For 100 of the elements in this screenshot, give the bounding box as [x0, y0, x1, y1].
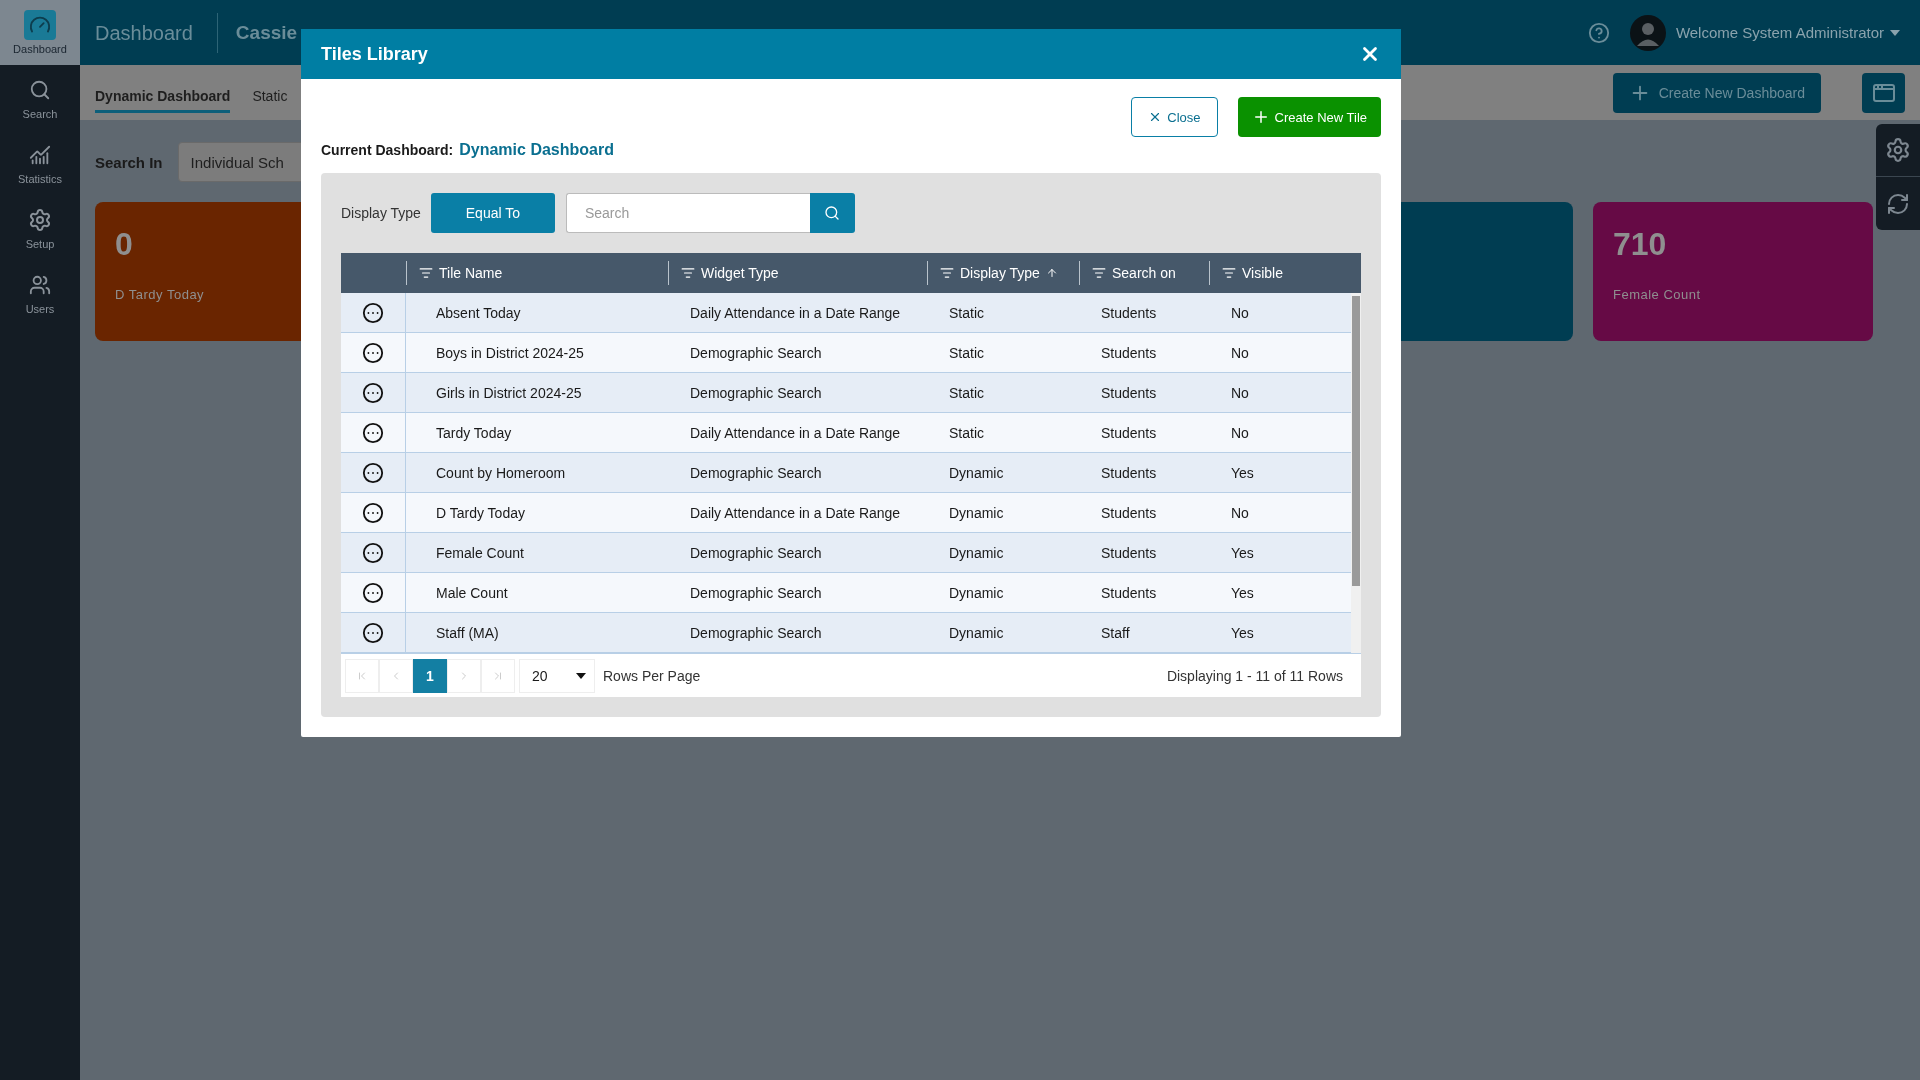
- column-header[interactable]: Visible: [1209, 261, 1361, 285]
- table-row[interactable]: Absent Today Daily Attendance in a Date Range Static Students No: [341, 293, 1351, 333]
- search-field[interactable]: Search: [565, 193, 810, 233]
- column-header[interactable]: Widget Type: [668, 261, 927, 285]
- column-label: Display Type: [960, 265, 1040, 281]
- table-cell-text: Boys in District 2024-25: [435, 344, 585, 361]
- stat-tile[interactable]: 710 Female Count: [1593, 202, 1873, 341]
- table-cell-text: No: [1230, 304, 1250, 321]
- column-header[interactable]: Search on: [1079, 261, 1209, 285]
- table-row[interactable]: Boys in District 2024-25 Demographic Search Static Students No: [341, 333, 1351, 373]
- sidebar-label: Dashboard: [13, 43, 67, 55]
- operator-button[interactable]: Equal To: [430, 193, 555, 233]
- help-icon[interactable]: [1587, 21, 1610, 44]
- table-cell-text: Tardy Today: [435, 424, 513, 441]
- sidebar-label: Search: [22, 108, 58, 120]
- sidebar-item[interactable]: Users: [0, 260, 80, 325]
- rows-summary: Displaying 1 - 11 of 11 Rows: [1166, 667, 1343, 684]
- table-cell-text: Daily Attendance in a Date Range: [689, 504, 902, 521]
- table-cell-text: No: [1230, 344, 1250, 361]
- table-cell-text: Students: [1100, 544, 1158, 561]
- table-cell-text: Static: [948, 304, 985, 321]
- table-cell-text: No: [1230, 504, 1250, 521]
- table-row[interactable]: D Tardy Today Daily Attendance in a Date Range Dynamic Students No: [341, 493, 1351, 533]
- table-cell-text: Demographic Search: [689, 384, 823, 401]
- column-header[interactable]: Display Type: [927, 261, 1079, 285]
- table-cell-text: Yes: [1230, 584, 1255, 601]
- scrollbar[interactable]: [1351, 293, 1361, 653]
- table-cell-text: Static: [948, 384, 985, 401]
- filter-icon[interactable]: [1092, 266, 1106, 280]
- table-cell-text: Static: [948, 424, 985, 441]
- table-row[interactable]: Tardy Today Daily Attendance in a Date Range Static Students No: [341, 413, 1351, 453]
- table-cell-text: Dynamic: [948, 544, 1005, 561]
- more-actions-icon[interactable]: [362, 381, 384, 404]
- table-cell-text: Static: [948, 344, 985, 361]
- sidebar-label: Setup: [25, 238, 55, 250]
- user-menu[interactable]: Welcome System Administrator: [1675, 24, 1884, 41]
- table-cell-text: Yes: [1230, 544, 1255, 561]
- sidebar-item[interactable]: Search: [0, 65, 80, 130]
- refresh-icon: [1886, 191, 1910, 216]
- current-dashboard-name: Dynamic Dashboard: [459, 141, 614, 159]
- column-header[interactable]: Tile Name: [406, 261, 668, 285]
- search-button[interactable]: [809, 193, 855, 233]
- table-cell-text: Demographic Search: [689, 584, 823, 601]
- table-cell-text: Daily Attendance in a Date Range: [689, 424, 902, 441]
- column-label: Tile Name: [439, 265, 503, 281]
- table-cell-text: Demographic Search: [689, 464, 823, 481]
- table-row[interactable]: Staff (MA) Demographic Search Dynamic Staff Yes: [341, 613, 1351, 653]
- close-button[interactable]: Close: [1131, 97, 1218, 137]
- page-button[interactable]: 1: [413, 658, 447, 693]
- table-cell-text: Dynamic: [948, 464, 1005, 481]
- dashboard-settings-button[interactable]: [1862, 72, 1905, 113]
- table-row[interactable]: Female Count Demographic Search Dynamic Students Yes: [341, 533, 1351, 573]
- sidebar-item[interactable]: Statistics: [0, 130, 80, 195]
- more-actions-icon[interactable]: [362, 341, 384, 364]
- filter-icon[interactable]: [1222, 266, 1236, 280]
- sidebar-item[interactable]: Setup: [0, 195, 80, 260]
- table-cell-text: Students: [1100, 424, 1158, 441]
- table-cell-text: Yes: [1230, 624, 1255, 641]
- more-actions-icon[interactable]: [362, 541, 384, 564]
- dashboard-tab[interactable]: Static: [252, 82, 288, 113]
- table-cell-text: No: [1230, 384, 1250, 401]
- table-cell-text: Students: [1100, 344, 1158, 361]
- table-cell-text: D Tardy Today: [435, 504, 526, 521]
- table-row[interactable]: Male Count Demographic Search Dynamic Students Yes: [341, 573, 1351, 613]
- filter-icon[interactable]: [940, 266, 954, 280]
- search-in-label: Search In: [95, 153, 163, 171]
- avatar-icon[interactable]: [1629, 14, 1666, 51]
- table-cell-text: Staff: [1100, 624, 1131, 641]
- tile-value: 0: [115, 226, 133, 263]
- table-cell-text: Yes: [1230, 464, 1255, 481]
- table-cell-text: Staff (MA): [435, 624, 500, 641]
- page-size-select[interactable]: 20: [519, 658, 595, 693]
- table-cell-text: Female Count: [435, 544, 525, 561]
- table-cell-text: Dynamic: [948, 504, 1005, 521]
- sidebar-item[interactable]: Dashboard: [0, 0, 80, 65]
- dashboard-tab[interactable]: Dynamic Dashboard: [95, 82, 231, 113]
- tile-value: 710: [1613, 226, 1667, 263]
- column-label: Search on: [1112, 265, 1176, 281]
- table-cell-text: Demographic Search: [689, 544, 823, 561]
- more-actions-icon[interactable]: [362, 501, 384, 524]
- table-row[interactable]: Girls in District 2024-25 Demographic Search Static Students No: [341, 373, 1351, 413]
- table-cell-text: Students: [1100, 504, 1158, 521]
- dialog-title: Tiles Library: [321, 43, 428, 65]
- table-cell-text: Absent Today: [435, 304, 522, 321]
- table-row[interactable]: Count by Homeroom Demographic Search Dynamic Students Yes: [341, 453, 1351, 493]
- more-actions-icon[interactable]: [362, 621, 384, 644]
- more-actions-icon[interactable]: [362, 421, 384, 444]
- create-tile-button[interactable]: Create New Tile: [1237, 97, 1381, 137]
- filter-icon[interactable]: [681, 266, 695, 280]
- create-dashboard-button[interactable]: Create New Dashboard: [1612, 72, 1821, 113]
- column-label: Widget Type: [701, 265, 779, 281]
- more-actions-icon[interactable]: [362, 301, 384, 324]
- table-cell-text: Students: [1100, 304, 1158, 321]
- table-cell-text: Daily Attendance in a Date Range: [689, 304, 902, 321]
- tile-label: Female Count: [1613, 287, 1701, 302]
- gauge-icon: [24, 10, 56, 40]
- more-actions-icon[interactable]: [362, 581, 384, 604]
- filter-icon[interactable]: [419, 266, 433, 280]
- table-cell-text: No: [1230, 424, 1250, 441]
- more-actions-icon[interactable]: [362, 461, 384, 484]
